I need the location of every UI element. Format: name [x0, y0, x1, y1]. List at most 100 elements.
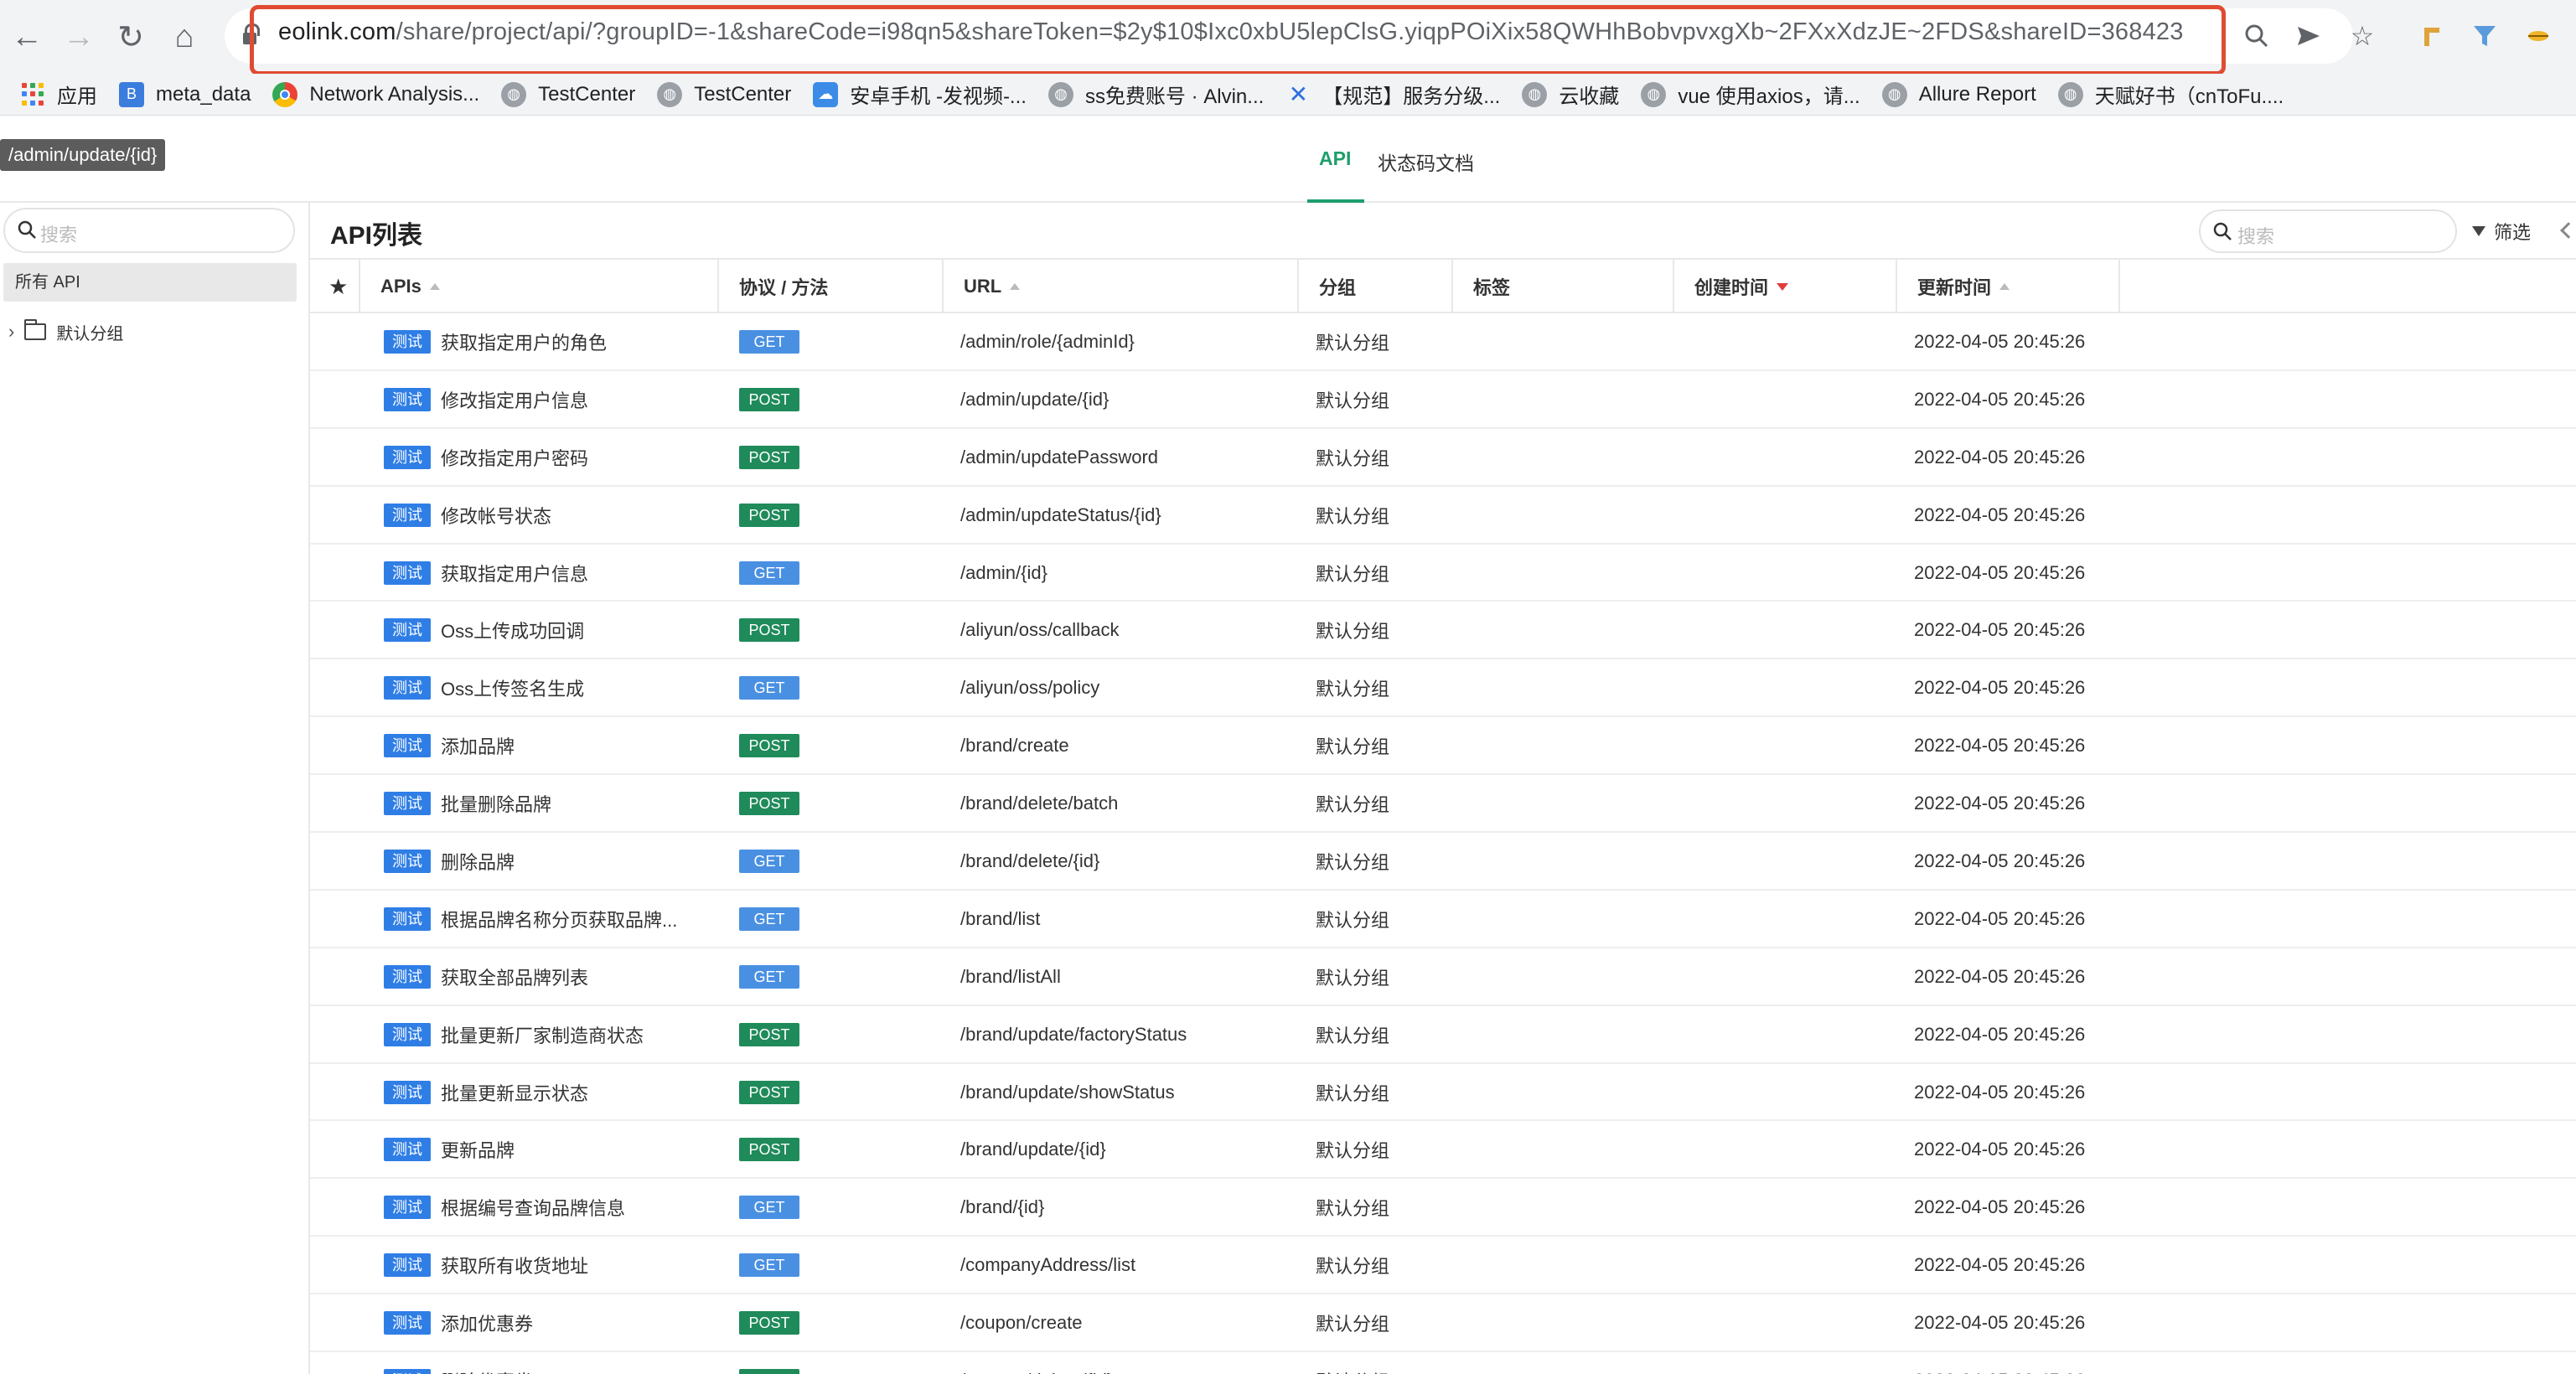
test-badge[interactable]: 测试 [384, 1080, 431, 1104]
test-badge[interactable]: 测试 [384, 330, 431, 354]
extension-pin-icon[interactable] [2413, 18, 2449, 54]
bookmark-star-icon[interactable]: ☆ [2343, 17, 2382, 55]
test-badge[interactable]: 测试 [384, 1311, 431, 1335]
column-apis[interactable]: APIs [360, 260, 719, 313]
filter-button[interactable]: 筛选 [2472, 218, 2531, 245]
column-updated[interactable]: 更新时间 [1897, 260, 2120, 313]
test-badge[interactable]: 测试 [384, 734, 431, 758]
test-badge[interactable]: 测试 [384, 560, 431, 585]
home-icon[interactable]: ⌂ [163, 15, 206, 59]
test-badge[interactable]: 测试 [384, 618, 431, 643]
test-badge[interactable]: 测试 [384, 1022, 431, 1046]
column-method[interactable]: 协议 / 方法 [719, 260, 944, 313]
test-badge[interactable]: 测试 [384, 445, 431, 469]
api-name[interactable]: Oss上传签名生成 [441, 674, 584, 701]
test-badge[interactable]: 测试 [384, 792, 431, 816]
send-icon[interactable] [2289, 17, 2328, 55]
test-badge[interactable]: 测试 [384, 1196, 431, 1220]
table-row[interactable]: 测试 修改帐号状态 POST/admin/updateStatus/{id} 默认分组… [310, 487, 2576, 545]
tab-status-code-docs[interactable]: 状态码文档 [1378, 147, 1474, 176]
api-name-cell[interactable]: 测试 Oss上传签名生成 [384, 659, 584, 716]
api-name[interactable]: 更新品牌 [441, 1136, 515, 1163]
api-name-cell[interactable]: 测试 删除品牌 [384, 833, 515, 890]
table-row[interactable]: 测试 获取指定用户的角色 GET/admin/role/{adminId} 默认分组 2… [310, 313, 2576, 371]
column-tags[interactable]: 标签 [1453, 260, 1674, 313]
api-name-cell[interactable]: 测试 批量更新厂家制造商状态 [384, 1006, 644, 1063]
bookmark-allure-report[interactable]: ◍ Allure Report [1875, 74, 2051, 116]
back-icon[interactable]: ← [5, 15, 49, 59]
api-name[interactable]: 获取全部品牌列表 [441, 963, 588, 990]
test-badge[interactable]: 测试 [384, 907, 431, 931]
table-row[interactable]: 测试 Oss上传签名生成 GET/aliyun/oss/policy 默认分组 2022… [310, 659, 2576, 718]
bookmark-apps[interactable]: 应用 [15, 74, 112, 116]
tab-api[interactable]: API [1319, 147, 1351, 170]
api-name[interactable]: 删除品牌 [441, 848, 515, 875]
table-row[interactable]: 测试 批量删除品牌 POST/brand/delete/batch 默认分组 2022-… [310, 775, 2576, 834]
table-row[interactable]: 测试 获取指定用户信息 GET/admin/{id} 默认分组 2022-04-05 2… [310, 545, 2576, 602]
api-name[interactable]: 修改帐号状态 [441, 502, 551, 529]
api-name-cell[interactable]: 测试 添加优惠券 [384, 1294, 533, 1351]
table-row[interactable]: 测试 添加优惠券 POST/coupon/create 默认分组 2022-04-05 … [310, 1294, 2576, 1353]
bookmark-testcenter-2[interactable]: ◍ TestCenter [650, 74, 806, 116]
api-name-cell[interactable]: 测试 修改帐号状态 [384, 487, 551, 544]
api-name-cell[interactable]: 测试 修改指定用户密码 [384, 429, 588, 486]
bookmark-cloud-fav[interactable]: ◍ 云收藏 [1515, 74, 1634, 116]
api-name[interactable]: 添加优惠券 [441, 1309, 533, 1336]
api-name[interactable]: 获取指定用户的角色 [441, 328, 607, 355]
sidebar-search-input[interactable]: 搜索 [3, 208, 295, 253]
test-badge[interactable]: 测试 [384, 1253, 431, 1278]
api-name-cell[interactable]: 测试 获取指定用户信息 [384, 545, 588, 602]
api-name-cell[interactable]: 测试 根据编号查询品牌信息 [384, 1179, 625, 1236]
extension-filter-icon[interactable] [2467, 18, 2502, 54]
api-name[interactable]: 获取指定用户信息 [441, 560, 588, 586]
table-row[interactable]: 测试 Oss上传成功回调 POST/aliyun/oss/callback 默认分组 2… [310, 602, 2576, 660]
api-name-cell[interactable]: 测试 删除优惠券 [384, 1352, 533, 1374]
chevron-right-icon[interactable]: › [8, 321, 14, 343]
test-badge[interactable]: 测试 [384, 964, 431, 989]
column-group[interactable]: 分组 [1299, 260, 1453, 313]
test-badge[interactable]: 测试 [384, 1138, 431, 1162]
api-name-cell[interactable]: 测试 批量删除品牌 [384, 775, 551, 832]
table-row[interactable]: 测试 根据编号查询品牌信息 GET/brand/{id} 默认分组 2022-04-05… [310, 1179, 2576, 1237]
api-name[interactable]: Oss上传成功回调 [441, 617, 584, 643]
bookmark-meta-data[interactable]: B meta_data [112, 74, 266, 116]
api-name-cell[interactable]: 测试 根据品牌名称分页获取品牌... [384, 891, 677, 948]
table-row[interactable]: 测试 添加品牌 POST/brand/create 默认分组 2022-04-05 20… [310, 717, 2576, 776]
api-name[interactable]: 批量删除品牌 [441, 790, 551, 817]
bookmark-ss-account[interactable]: ◍ ss免费账号 · Alvin... [1042, 74, 1279, 116]
table-row[interactable]: 测试 删除品牌 GET/brand/delete/{id} 默认分组 2022-04-0… [310, 833, 2576, 891]
test-badge[interactable]: 测试 [384, 387, 431, 411]
table-row[interactable]: 测试 根据品牌名称分页获取品牌... GET/brand/list 默认分组 2022-… [310, 891, 2576, 948]
table-row[interactable]: 测试 修改指定用户密码 POST/admin/updatePassword 默认分组 2… [310, 429, 2576, 487]
table-row[interactable]: 测试 更新品牌 POST/brand/update/{id} 默认分组 2022-04-… [310, 1121, 2576, 1180]
test-badge[interactable]: 测试 [384, 676, 431, 700]
bookmark-testcenter-1[interactable]: ◍ TestCenter [494, 74, 650, 116]
api-name[interactable]: 获取所有收货地址 [441, 1252, 588, 1278]
bookmark-talent-books[interactable]: ◍ 天赋好书（cnToFu.... [2051, 74, 2299, 116]
test-badge[interactable]: 测试 [384, 850, 431, 874]
api-name[interactable]: 批量更新显示状态 [441, 1079, 588, 1106]
api-name[interactable]: 删除优惠券 [441, 1367, 533, 1374]
extension-bee-icon[interactable] [2521, 18, 2556, 54]
table-row[interactable]: 测试 获取全部品牌列表 GET/brand/listAll 默认分组 2022-04-0… [310, 948, 2576, 1006]
api-name[interactable]: 根据品牌名称分页获取品牌... [441, 906, 677, 932]
bookmark-android-video[interactable]: ☁ 安卓手机 -发视频-... [806, 74, 1042, 116]
api-name[interactable]: 修改指定用户信息 [441, 386, 588, 413]
table-row[interactable]: 测试 修改指定用户信息 POST/admin/update/{id} 默认分组 2022… [310, 371, 2576, 429]
sidebar-item-default-group[interactable]: › 默认分组 [8, 315, 123, 349]
sidebar-item-all-api[interactable]: 所有 API [3, 263, 297, 302]
table-row[interactable]: 测试 获取所有收货地址 GET/companyAddress/list 默认分组 202… [310, 1237, 2576, 1295]
column-created[interactable]: 创建时间 [1674, 260, 1897, 313]
api-name[interactable]: 添加品牌 [441, 732, 515, 759]
api-name-cell[interactable]: 测试 修改指定用户信息 [384, 371, 588, 428]
chevron-left-icon[interactable] [2560, 222, 2576, 239]
table-row[interactable]: 测试 批量更新厂家制造商状态 POST/brand/update/factorySt… [310, 1006, 2576, 1064]
bookmark-network-analysis[interactable]: Network Analysis... [266, 74, 494, 116]
table-row[interactable]: 测试 批量更新显示状态 POST/brand/update/showStatus 默认… [310, 1064, 2576, 1122]
bookmark-vue-axios[interactable]: ◍ vue 使用axios，请... [1634, 74, 1875, 116]
api-name-cell[interactable]: 测试 获取所有收货地址 [384, 1237, 588, 1294]
table-row[interactable]: 测试 删除优惠券 POST/coupon/delete/{id} 默认分组 2022-0… [310, 1352, 2576, 1374]
forward-icon[interactable]: → [57, 15, 101, 59]
api-name[interactable]: 批量更新厂家制造商状态 [441, 1021, 644, 1048]
api-name-cell[interactable]: 测试 获取全部品牌列表 [384, 948, 588, 1005]
